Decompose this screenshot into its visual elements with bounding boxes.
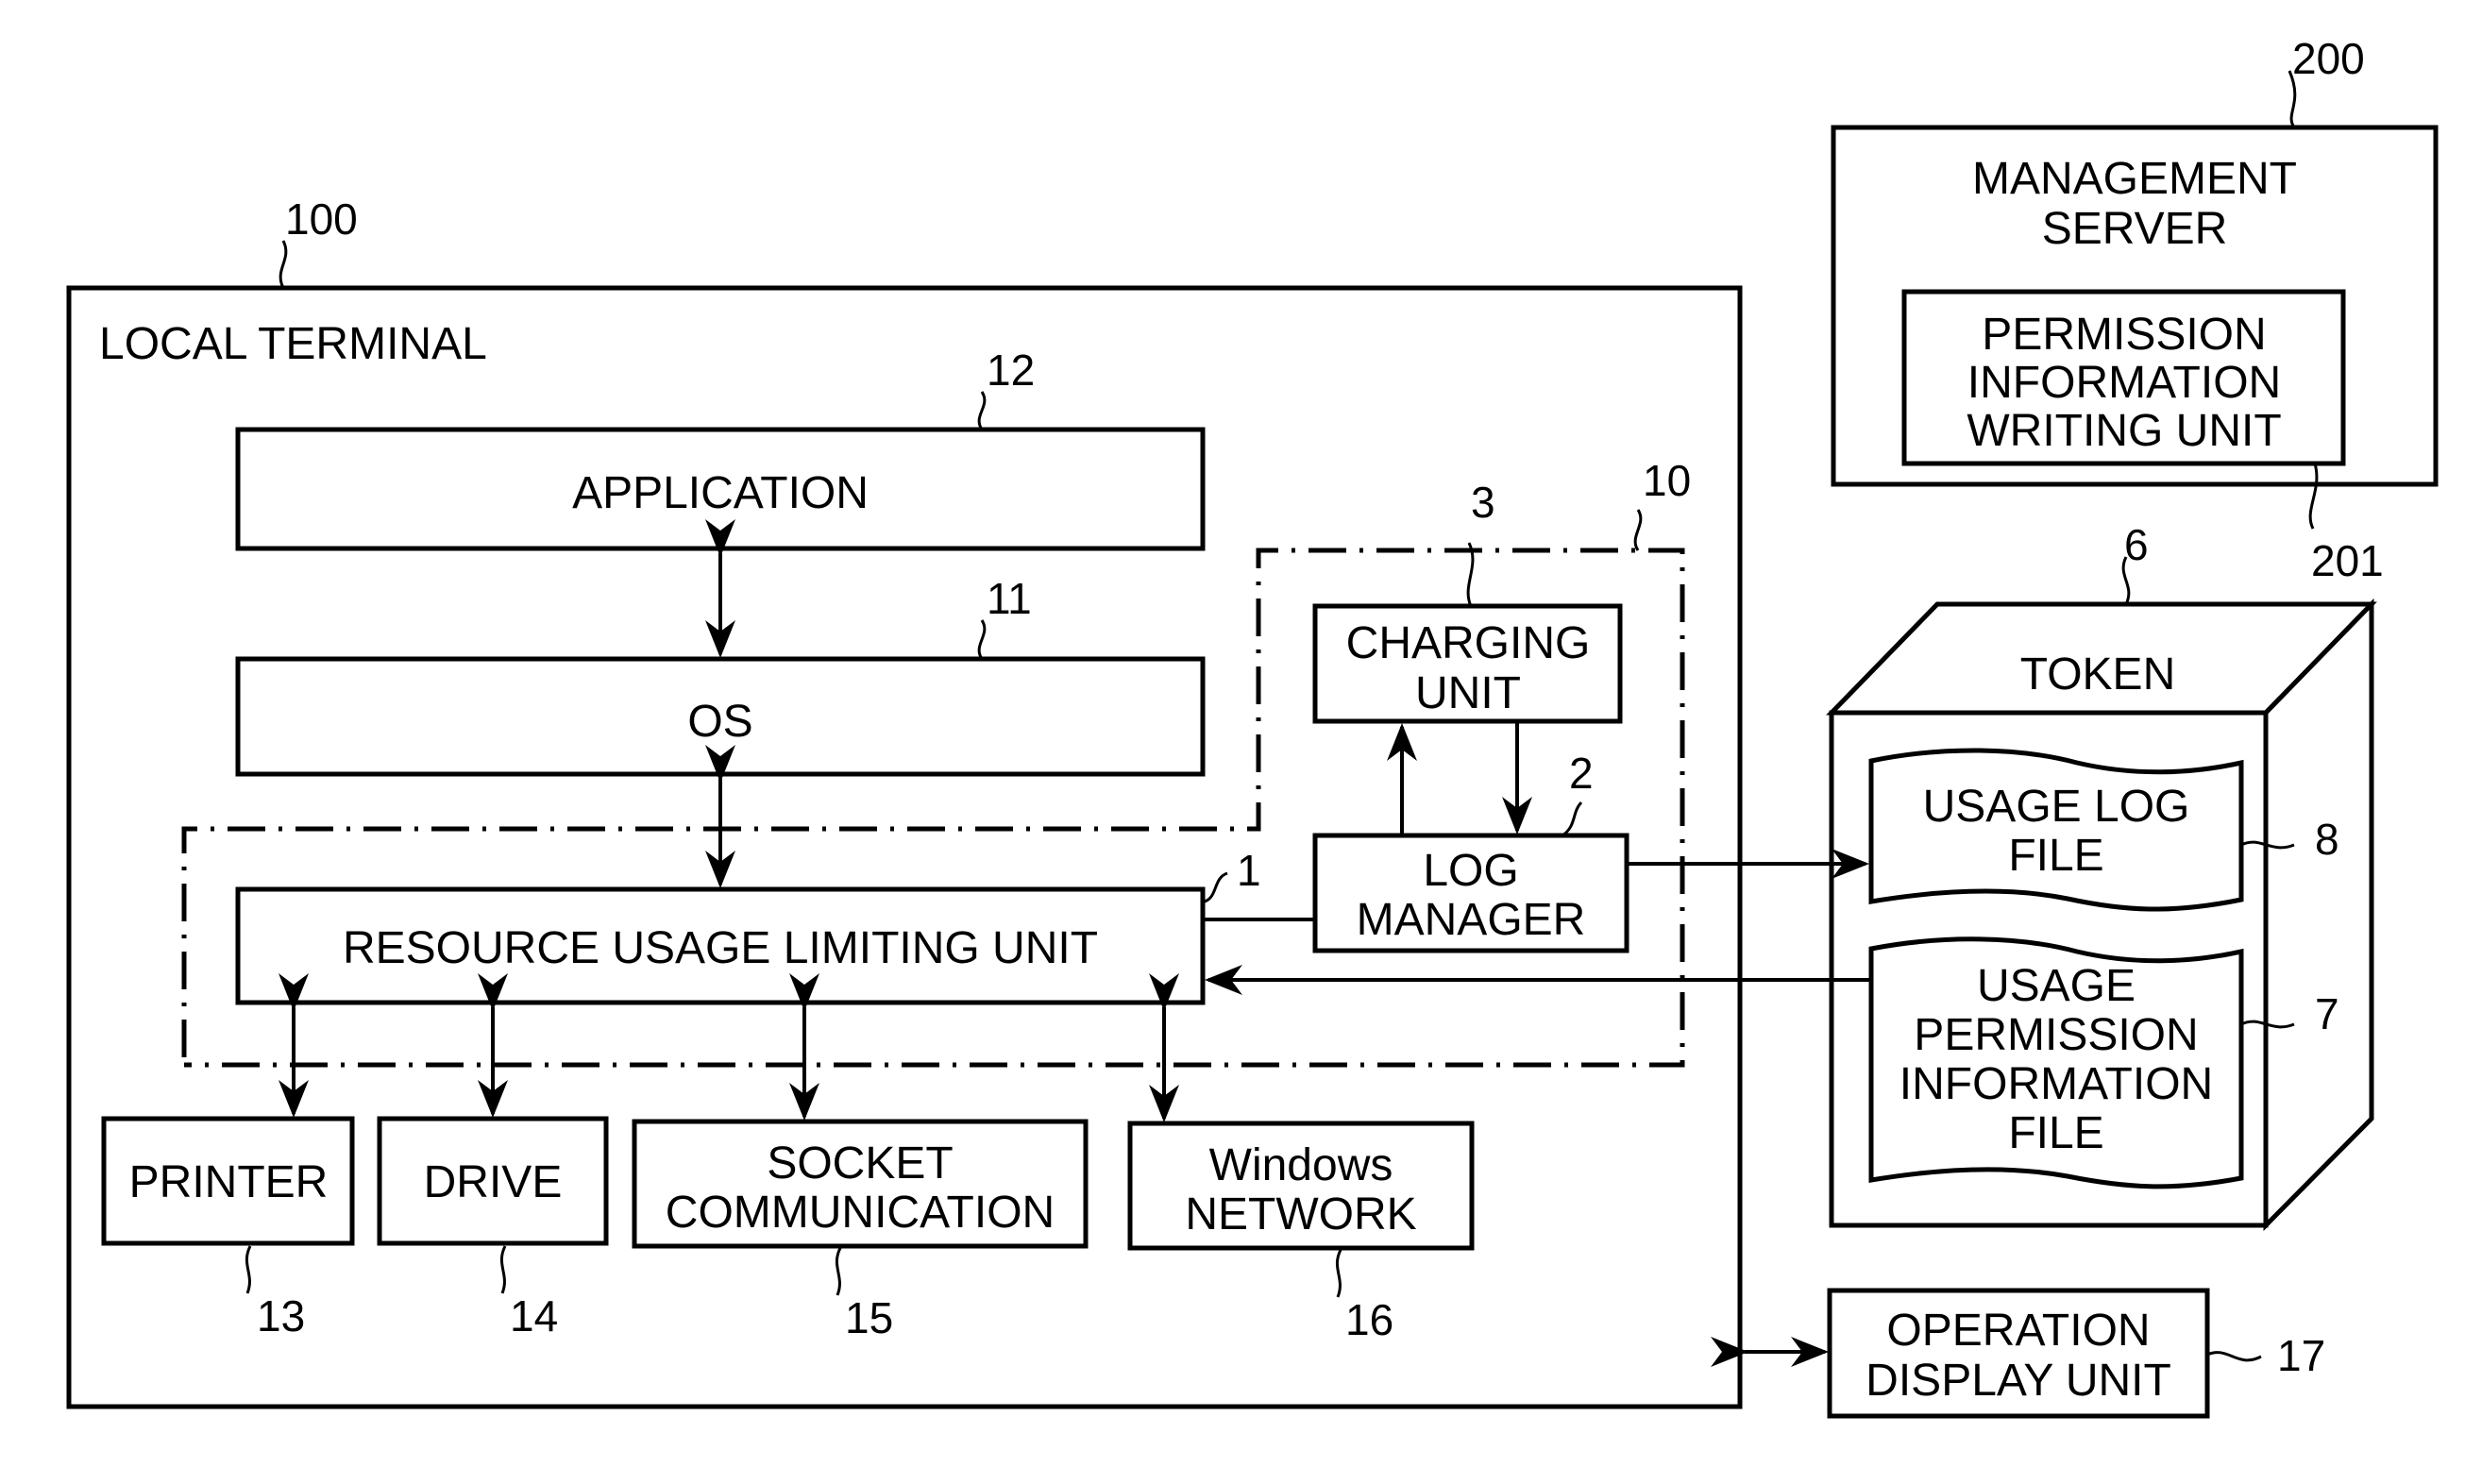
token: TOKEN 6 USAGE LOG FILE 8 USAGE PERMISSIO… <box>1826 520 2377 1232</box>
permission-writer-line1: PERMISSION <box>1982 310 2266 360</box>
ref-15: 15 <box>845 1293 893 1342</box>
socket-line2: COMMUNICATION <box>666 1188 1055 1238</box>
operation-display-line1: OPERATION <box>1886 1306 2150 1356</box>
leader-17 <box>2206 1351 2262 1362</box>
ref-3: 3 <box>1471 478 1495 527</box>
token-label: TOKEN <box>2020 649 2175 700</box>
management-server-line1: MANAGEMENT <box>1972 154 2297 204</box>
charging-unit-line1: CHARGING <box>1346 618 1591 668</box>
windows-network-line1: Windows <box>1209 1140 1393 1190</box>
windows-network-line2: NETWORK <box>1185 1189 1416 1239</box>
usage-permission-line1: USAGE <box>1977 961 2136 1011</box>
charging-unit-line2: UNIT <box>1415 668 1521 718</box>
socket-line1: SOCKET <box>767 1138 953 1189</box>
ref-200: 200 <box>2292 34 2365 83</box>
drive-label: DRIVE <box>424 1157 563 1207</box>
operation-display-unit: OPERATION DISPLAY UNIT 17 <box>1827 1288 2325 1419</box>
ref-11: 11 <box>987 574 1032 623</box>
management-server: MANAGEMENT SERVER PERMISSION INFORMATION… <box>1831 34 2439 585</box>
permission-writer-line2: INFORMATION <box>1967 358 2281 408</box>
usage-log-file-line2: FILE <box>2008 831 2103 881</box>
ref-17: 17 <box>2277 1331 2325 1380</box>
ref-10: 10 <box>1643 456 1691 505</box>
log-manager-line2: MANAGER <box>1357 895 1586 945</box>
ref-14: 14 <box>510 1291 558 1341</box>
ref-1: 1 <box>1237 846 1261 895</box>
local-terminal-title: LOCAL TERMINAL <box>99 319 487 369</box>
application-label: APPLICATION <box>572 468 869 518</box>
token-side-face <box>2263 598 2374 1232</box>
ref-12: 12 <box>987 346 1035 395</box>
log-manager-line1: LOG <box>1423 846 1518 896</box>
printer-label: PRINTER <box>129 1157 329 1207</box>
management-server-line2: SERVER <box>2042 204 2228 254</box>
ref-7: 7 <box>2315 989 2339 1038</box>
block-diagram: LOCAL TERMINAL 100 10 APPLICATION 12 11 … <box>66 34 2439 1419</box>
resource-unit-label: RESOURCE USAGE LIMITING UNIT <box>343 923 1098 973</box>
ref-100: 100 <box>285 194 358 244</box>
ref-6: 6 <box>2124 520 2149 569</box>
operation-display-line2: DISPLAY UNIT <box>1866 1356 2171 1406</box>
ref-201: 201 <box>2311 536 2384 585</box>
ref-8: 8 <box>2315 815 2339 864</box>
usage-permission-line4: FILE <box>2008 1108 2103 1158</box>
os-label-text: OS <box>687 697 752 747</box>
usage-permission-line2: PERMISSION <box>1914 1010 2198 1060</box>
ref-2: 2 <box>1569 749 1594 798</box>
usage-log-file-line1: USAGE LOG <box>1923 782 2190 832</box>
leader-100 <box>279 240 288 289</box>
usage-permission-line3: INFORMATION <box>1899 1059 2213 1109</box>
ref-16: 16 <box>1345 1295 1393 1344</box>
permission-writer-line3: WRITING UNIT <box>1967 406 2281 456</box>
ref-13: 13 <box>257 1291 305 1341</box>
